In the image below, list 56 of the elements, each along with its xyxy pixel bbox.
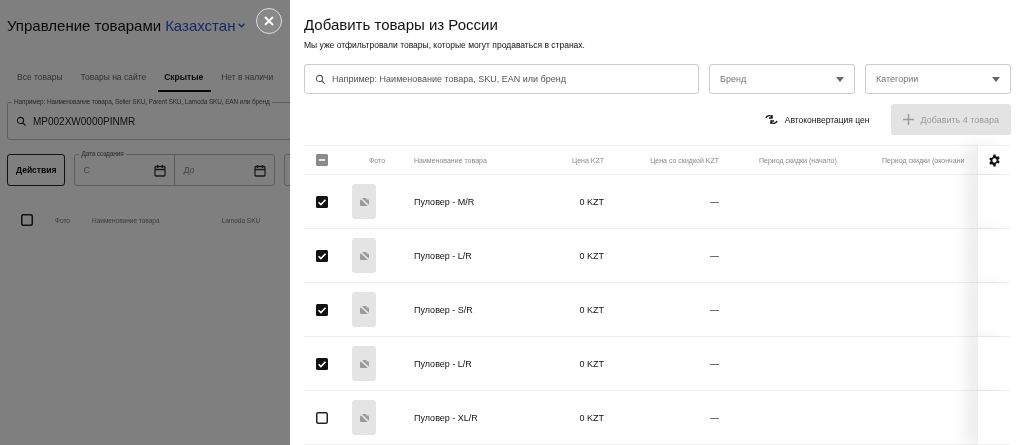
plus-icon (903, 114, 915, 125)
region-selector[interactable]: Казахстан (165, 16, 246, 34)
page-title: Управление товарами (7, 16, 162, 34)
search-icon (16, 115, 27, 127)
price: 0 KZT (579, 196, 604, 207)
no-photo-icon (358, 358, 370, 369)
product-name: Пуловер - L/R (414, 250, 472, 261)
no-photo-icon (358, 196, 370, 207)
checkbox[interactable] (316, 303, 328, 316)
price: 0 KZT (579, 250, 604, 261)
brand-dropdown[interactable]: Бренд (709, 64, 855, 94)
close-button[interactable] (256, 8, 282, 34)
field-value: MP002XW0000PINMR (33, 115, 136, 127)
tab[interactable]: Товары на сайте (74, 64, 155, 92)
no-photo-icon (358, 412, 370, 423)
discount-price: — (710, 250, 719, 261)
product-name: Пуловер - XL/R (414, 412, 478, 423)
categories-dropdown[interactable]: Категории (865, 64, 1011, 94)
caret-icon (992, 76, 1000, 82)
caret-icon (836, 76, 844, 82)
product-name: Пуловер - L/R (414, 358, 472, 369)
panel-title: Добавить товары из России (304, 16, 499, 33)
price: 0 KZT (579, 412, 604, 423)
search-field[interactable]: Например: Наименование товара, SKU, EAN или бренд (304, 64, 699, 94)
dropdown-placeholder: Категории (876, 74, 919, 84)
close-icon (264, 16, 274, 26)
no-photo-icon (358, 304, 370, 315)
checkbox[interactable] (316, 357, 328, 370)
checkbox[interactable] (21, 214, 33, 226)
dropdown-placeholder: Бренд (720, 74, 747, 84)
checkbox[interactable] (316, 195, 328, 208)
checkbox[interactable] (316, 411, 328, 424)
calendar-icon[interactable] (254, 163, 267, 177)
no-photo-icon (358, 250, 370, 261)
price: 0 KZT (579, 304, 604, 315)
tab[interactable]: Скрытые (158, 64, 212, 92)
panel-subtitle: Мы уже отфильтровали товары, которые могут продаваться в странах. (304, 40, 586, 50)
calendar-icon[interactable] (154, 163, 167, 177)
chevron-icon (238, 22, 246, 28)
checkbox[interactable] (316, 154, 328, 166)
convert-icon (764, 114, 778, 125)
product-name: Пуловер - M/R (414, 196, 475, 207)
settings-icon[interactable] (987, 153, 1001, 167)
discount-price: — (710, 196, 719, 207)
discount-price: — (710, 304, 719, 315)
search-placeholder: Например: Наименование товара, SKU, EAN или бренд (332, 74, 566, 84)
checkbox[interactable] (316, 249, 328, 262)
price: 0 KZT (579, 358, 604, 369)
search-icon (315, 73, 326, 85)
tab[interactable]: Нет в наличи (215, 64, 282, 92)
autoconvert-button[interactable]: Автоконвертация цен (758, 110, 876, 129)
discount-price: — (710, 412, 719, 423)
tab[interactable]: Все товары (11, 64, 71, 92)
actions-button[interactable]: Действия (7, 154, 66, 186)
discount-price: — (710, 358, 719, 369)
product-name: Пуловер - S/R (414, 304, 473, 315)
